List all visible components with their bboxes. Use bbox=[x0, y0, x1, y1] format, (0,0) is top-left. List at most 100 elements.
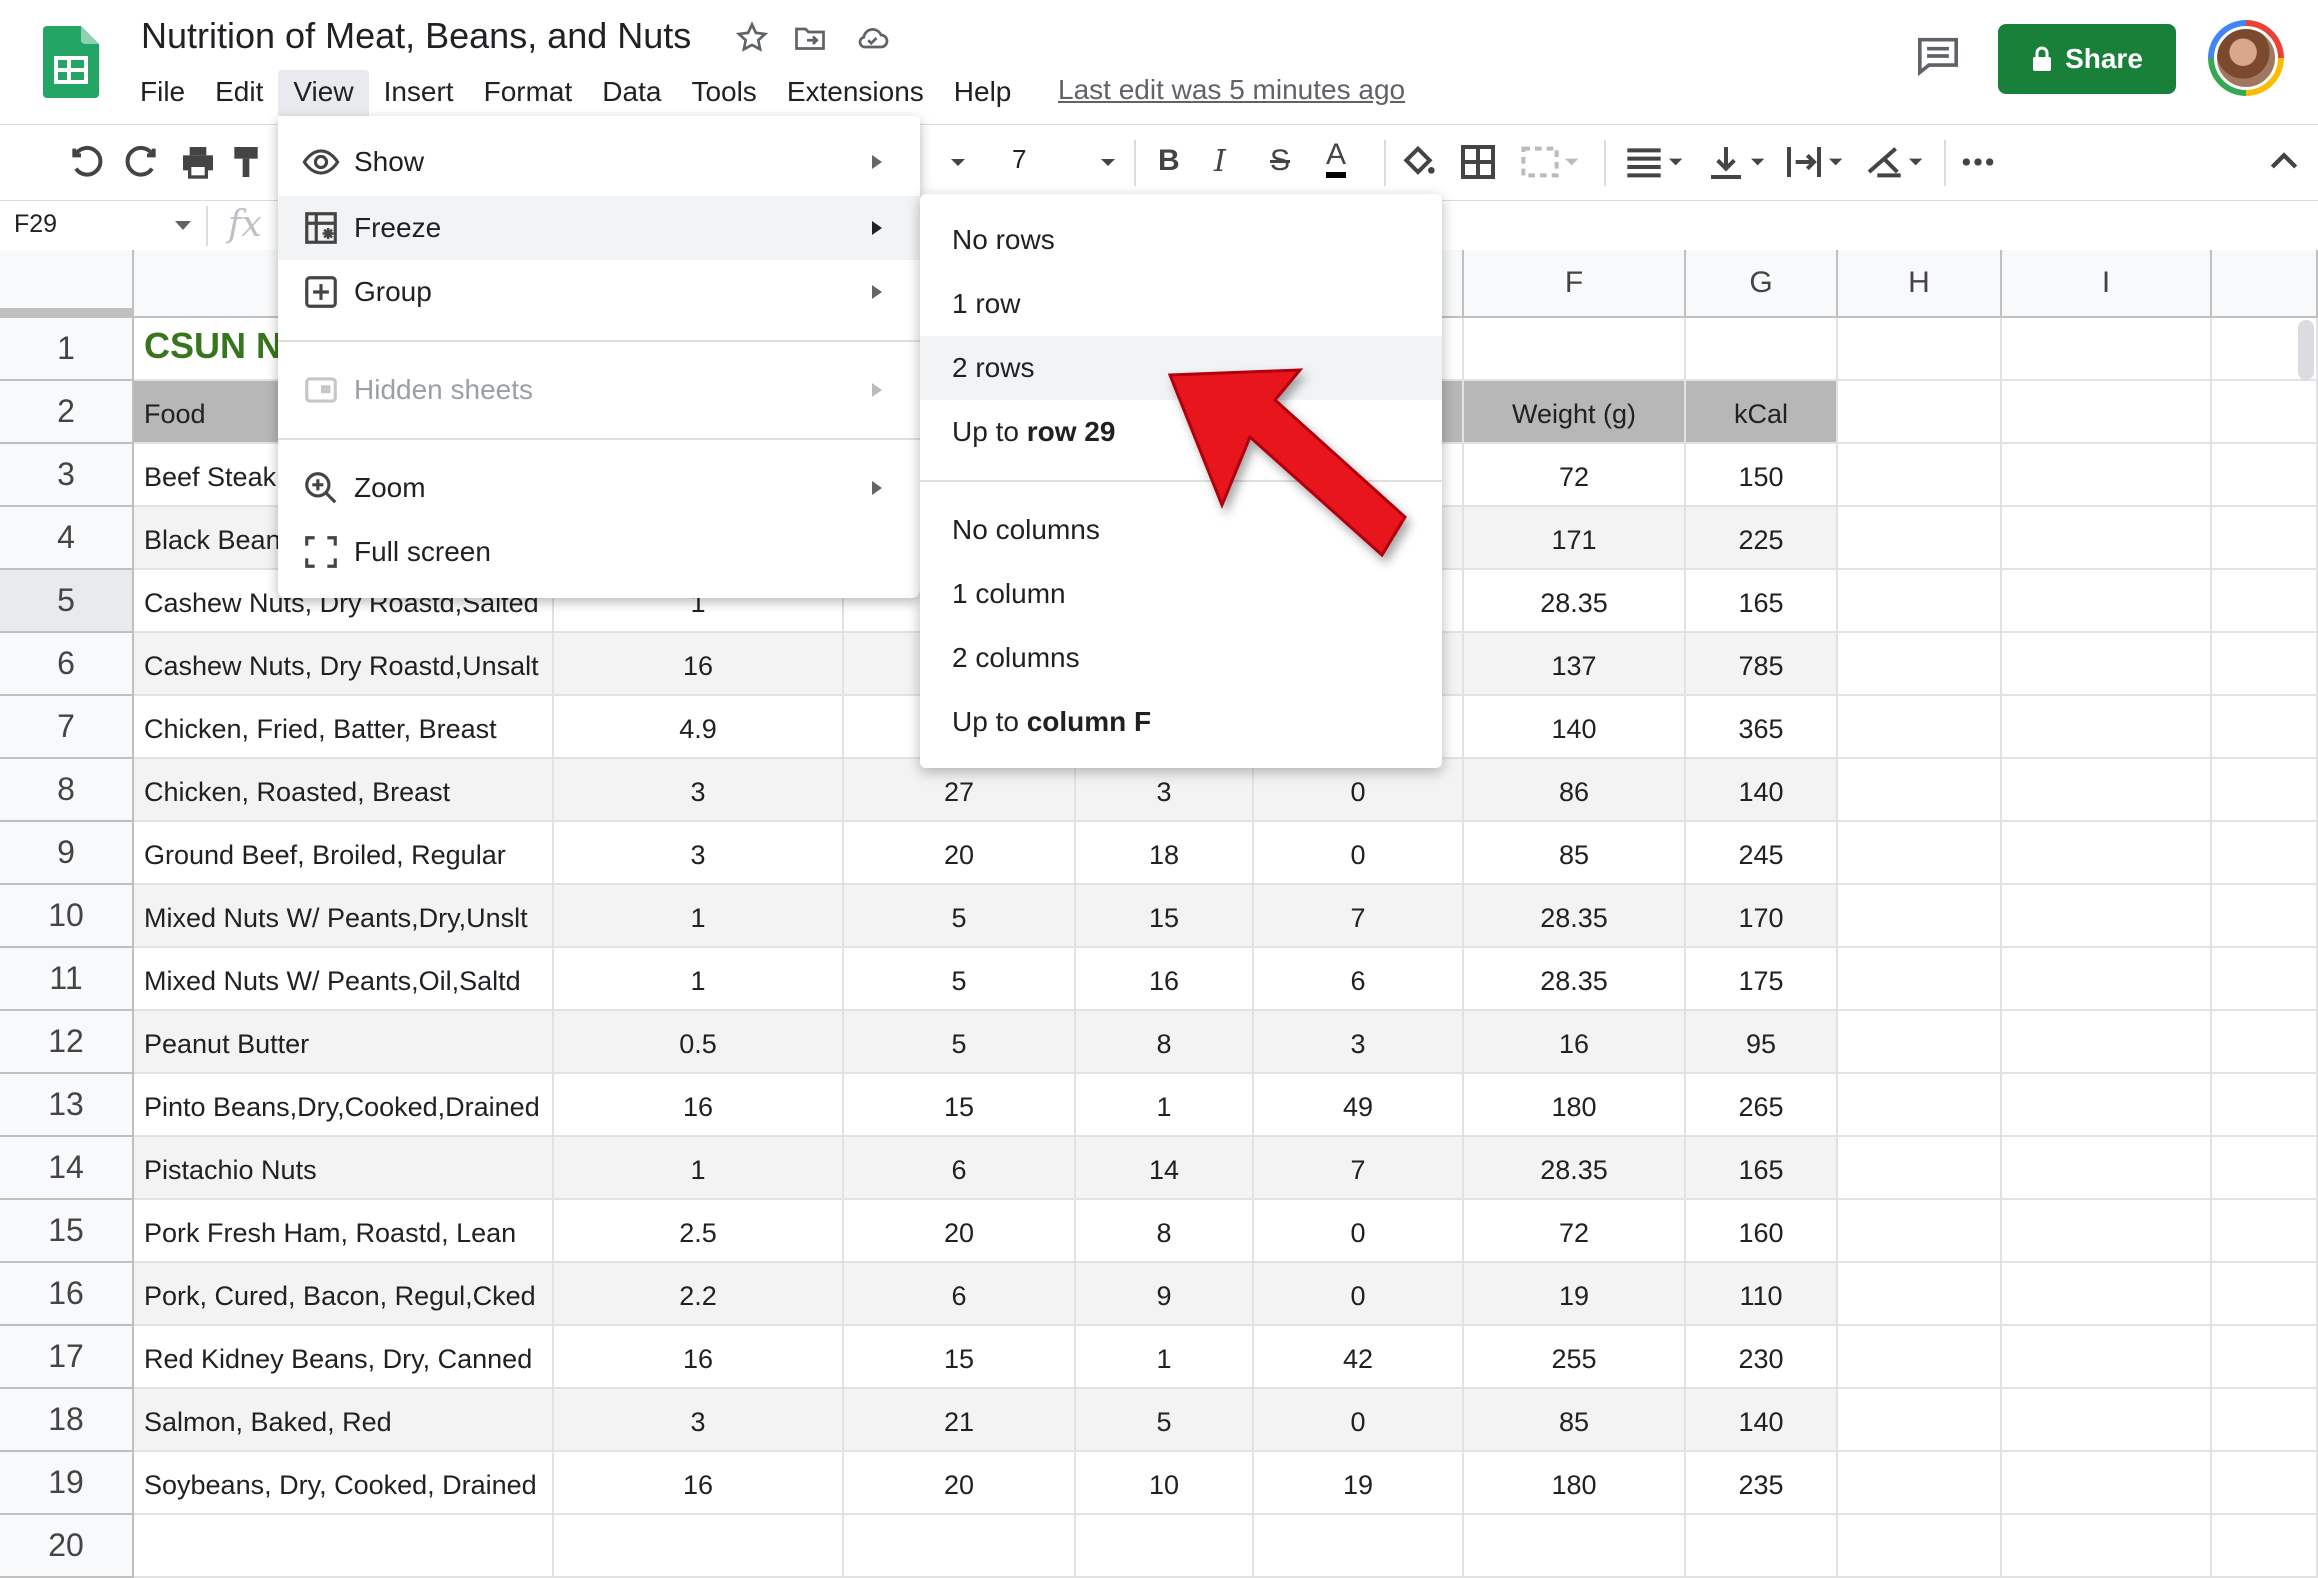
cell[interactable] bbox=[2002, 1074, 2212, 1137]
column-header-g[interactable]: G bbox=[1686, 250, 1838, 318]
data-cell-kcal[interactable]: 365 bbox=[1686, 696, 1838, 759]
cell[interactable] bbox=[2002, 570, 2212, 633]
comment-history-icon[interactable] bbox=[1916, 36, 1960, 76]
data-cell-food[interactable]: Pistachio Nuts bbox=[134, 1137, 554, 1200]
horizontal-align-icon[interactable] bbox=[1624, 142, 1684, 182]
menu-edit[interactable]: Edit bbox=[200, 70, 278, 116]
row-header-17[interactable]: 17 bbox=[0, 1326, 134, 1389]
data-cell-c[interactable]: 6 bbox=[844, 1263, 1076, 1326]
data-cell-d[interactable]: 14 bbox=[1076, 1137, 1254, 1200]
row-header-10[interactable]: 10 bbox=[0, 885, 134, 948]
data-cell-b[interactable]: 3 bbox=[554, 759, 844, 822]
data-cell-c[interactable]: 6 bbox=[844, 1137, 1076, 1200]
star-icon[interactable] bbox=[734, 20, 770, 56]
cell[interactable] bbox=[1254, 1515, 1464, 1578]
data-cell-e[interactable]: 3 bbox=[1254, 1011, 1464, 1074]
move-to-folder-icon[interactable] bbox=[792, 20, 828, 56]
freeze-no-rows[interactable]: No rows bbox=[920, 208, 1442, 272]
cell[interactable] bbox=[2212, 948, 2318, 1011]
data-cell-b[interactable]: 16 bbox=[554, 1326, 844, 1389]
data-cell-kcal[interactable]: 140 bbox=[1686, 1389, 1838, 1452]
data-cell-e[interactable]: 0 bbox=[1254, 1389, 1464, 1452]
column-header-i[interactable]: I bbox=[2002, 250, 2212, 318]
data-cell-food[interactable]: Pinto Beans,Dry,Cooked,Drained bbox=[134, 1074, 554, 1137]
bold-icon[interactable]: B bbox=[1158, 144, 1180, 178]
freeze-up-to-column[interactable]: Up to column F bbox=[920, 690, 1442, 754]
menu-view[interactable]: View bbox=[278, 70, 369, 116]
data-cell-weight[interactable]: 85 bbox=[1464, 822, 1686, 885]
data-cell-kcal[interactable]: 110 bbox=[1686, 1263, 1838, 1326]
font-size-value[interactable]: 7 bbox=[1012, 144, 1026, 175]
sheets-logo[interactable] bbox=[43, 26, 99, 98]
vertical-scrollbar[interactable] bbox=[2298, 320, 2314, 380]
freeze-2-columns[interactable]: 2 columns bbox=[920, 626, 1442, 690]
cell[interactable] bbox=[1838, 633, 2002, 696]
data-cell-food[interactable]: Pork Fresh Ham, Roastd, Lean bbox=[134, 1200, 554, 1263]
cell[interactable] bbox=[2212, 633, 2318, 696]
cell[interactable] bbox=[1838, 1515, 2002, 1578]
cell[interactable] bbox=[2002, 633, 2212, 696]
cell[interactable] bbox=[2212, 1074, 2318, 1137]
row-header-3[interactable]: 3 bbox=[0, 444, 134, 507]
data-cell-e[interactable]: 19 bbox=[1254, 1452, 1464, 1515]
menu-file[interactable]: File bbox=[125, 70, 200, 116]
data-cell-food[interactable]: Cashew Nuts, Dry Roastd,Unsalt bbox=[134, 633, 554, 696]
data-cell-d[interactable]: 18 bbox=[1076, 822, 1254, 885]
data-cell-weight[interactable]: 180 bbox=[1464, 1074, 1686, 1137]
header-cell-kcal[interactable]: kCal bbox=[1686, 381, 1838, 444]
cell[interactable] bbox=[2002, 696, 2212, 759]
data-cell-b[interactable]: 2.5 bbox=[554, 1200, 844, 1263]
row-header-16[interactable]: 16 bbox=[0, 1263, 134, 1326]
data-cell-weight[interactable]: 255 bbox=[1464, 1326, 1686, 1389]
data-cell-food[interactable]: Pork, Cured, Bacon, Regul,Cked bbox=[134, 1263, 554, 1326]
row-header-4[interactable]: 4 bbox=[0, 507, 134, 570]
document-title[interactable]: Nutrition of Meat, Beans, and Nuts bbox=[141, 15, 691, 57]
cell[interactable] bbox=[1838, 1137, 2002, 1200]
data-cell-e[interactable]: 7 bbox=[1254, 885, 1464, 948]
last-edit-link[interactable]: Last edit was 5 minutes ago bbox=[1058, 74, 1405, 106]
cell[interactable] bbox=[2212, 444, 2318, 507]
menu-format[interactable]: Format bbox=[469, 70, 588, 116]
cell[interactable] bbox=[2212, 507, 2318, 570]
cell[interactable] bbox=[844, 1515, 1076, 1578]
row-header-6[interactable]: 6 bbox=[0, 633, 134, 696]
data-cell-kcal[interactable]: 150 bbox=[1686, 444, 1838, 507]
data-cell-c[interactable]: 21 bbox=[844, 1389, 1076, 1452]
data-cell-d[interactable]: 8 bbox=[1076, 1200, 1254, 1263]
cell[interactable] bbox=[1838, 507, 2002, 570]
share-button[interactable]: Share bbox=[1998, 24, 2176, 94]
cell[interactable] bbox=[1838, 1011, 2002, 1074]
cell[interactable] bbox=[2002, 1200, 2212, 1263]
data-cell-d[interactable]: 3 bbox=[1076, 759, 1254, 822]
vertical-align-icon[interactable] bbox=[1706, 142, 1766, 182]
menu-item-full-screen[interactable]: Full screen bbox=[278, 520, 920, 584]
data-cell-d[interactable]: 1 bbox=[1076, 1326, 1254, 1389]
data-cell-weight[interactable]: 28.35 bbox=[1464, 948, 1686, 1011]
column-header-f[interactable]: F bbox=[1464, 250, 1686, 318]
cell[interactable] bbox=[2212, 570, 2318, 633]
menu-help[interactable]: Help bbox=[939, 70, 1027, 116]
data-cell-d[interactable]: 5 bbox=[1076, 1389, 1254, 1452]
data-cell-e[interactable]: 0 bbox=[1254, 1263, 1464, 1326]
cell[interactable] bbox=[2212, 696, 2318, 759]
data-cell-weight[interactable]: 85 bbox=[1464, 1389, 1686, 1452]
data-cell-b[interactable]: 3 bbox=[554, 822, 844, 885]
cell[interactable] bbox=[2002, 507, 2212, 570]
data-cell-b[interactable]: 2.2 bbox=[554, 1263, 844, 1326]
text-color-icon[interactable]: A bbox=[1326, 138, 1347, 178]
column-header-next[interactable] bbox=[2212, 250, 2318, 318]
data-cell-kcal[interactable]: 95 bbox=[1686, 1011, 1838, 1074]
cell[interactable] bbox=[1464, 1515, 1686, 1578]
data-cell-weight[interactable]: 137 bbox=[1464, 633, 1686, 696]
data-cell-b[interactable]: 1 bbox=[554, 885, 844, 948]
paint-format-icon[interactable] bbox=[234, 142, 258, 182]
data-cell-c[interactable]: 20 bbox=[844, 1452, 1076, 1515]
data-cell-d[interactable]: 9 bbox=[1076, 1263, 1254, 1326]
menu-tools[interactable]: Tools bbox=[676, 70, 771, 116]
cell[interactable] bbox=[2212, 822, 2318, 885]
data-cell-b[interactable]: 3 bbox=[554, 1389, 844, 1452]
data-cell-e[interactable]: 0 bbox=[1254, 1200, 1464, 1263]
data-cell-weight[interactable]: 28.35 bbox=[1464, 1137, 1686, 1200]
data-cell-weight[interactable]: 72 bbox=[1464, 444, 1686, 507]
data-cell-kcal[interactable]: 265 bbox=[1686, 1074, 1838, 1137]
